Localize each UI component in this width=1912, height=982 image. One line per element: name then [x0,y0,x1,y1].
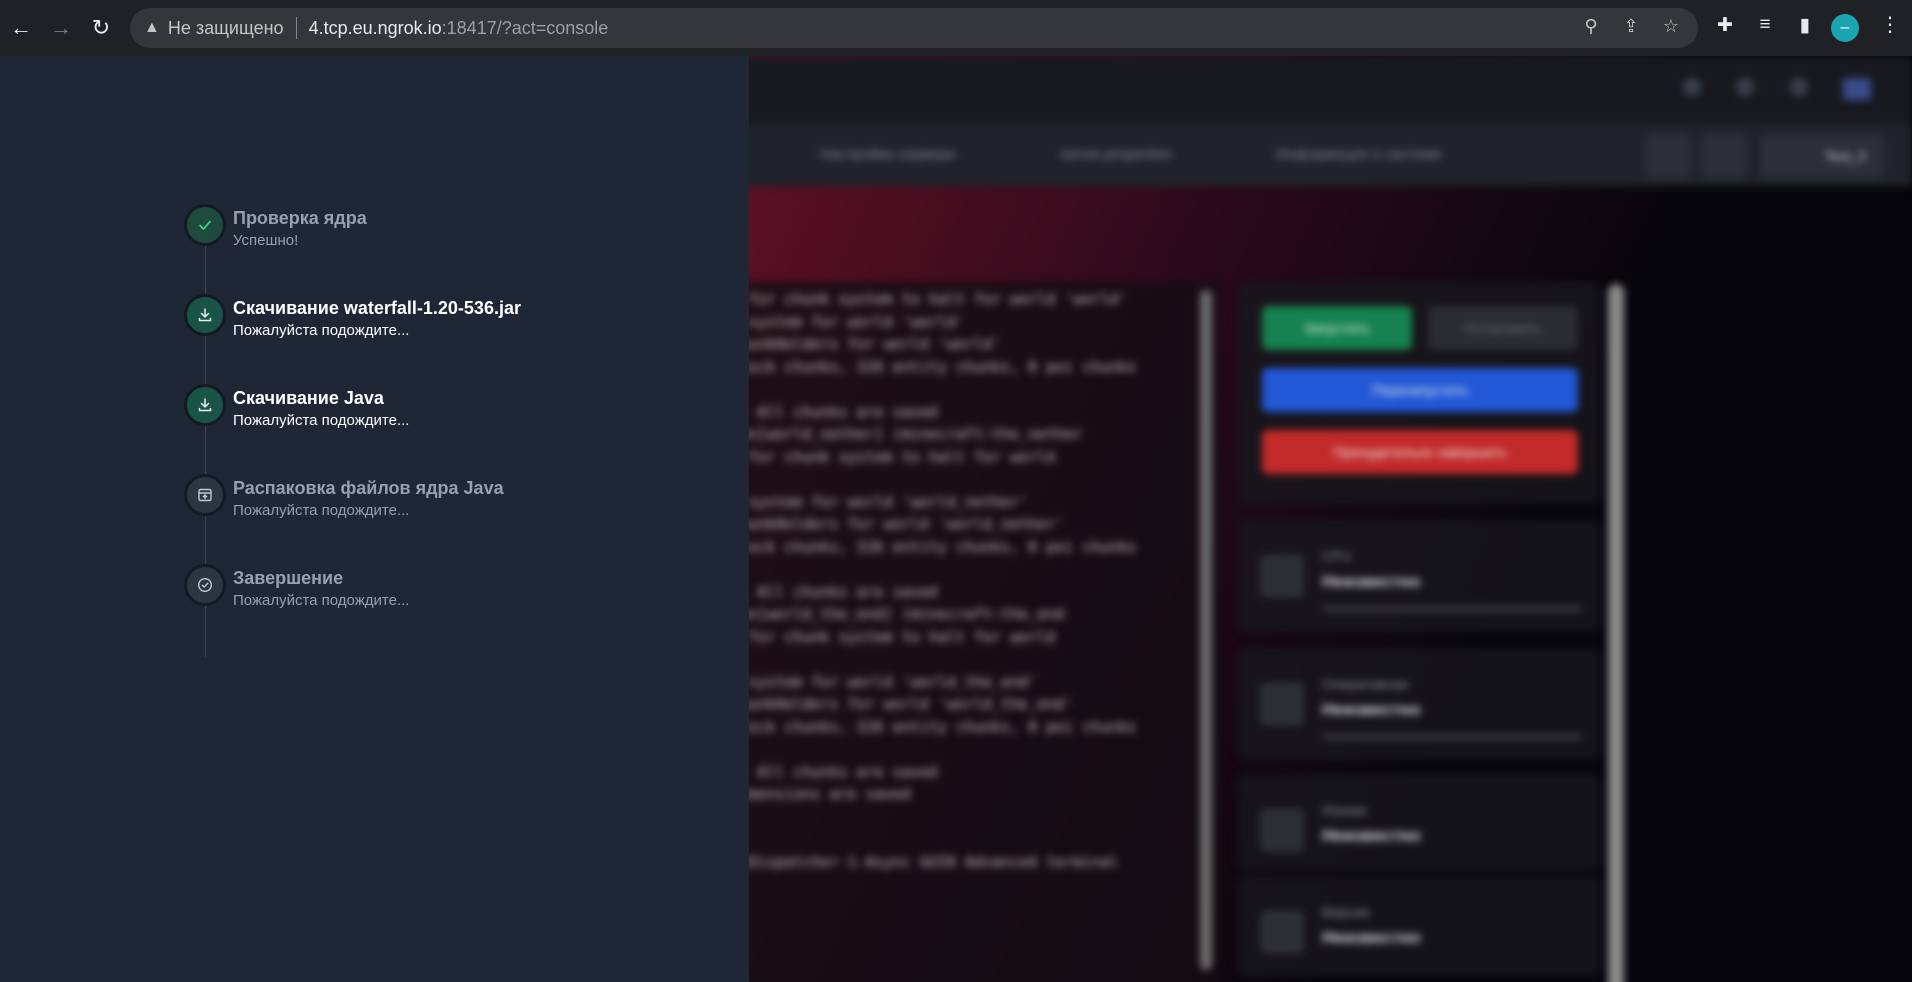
stat-label: Оперативная [1322,676,1409,692]
back-arrow-icon[interactable]: ← [6,13,36,43]
console-line: block chunks, 326 entity chunks, 0 poi c… [730,357,1137,376]
step-subtitle: Успешно! [233,232,299,249]
console-line: olDispatcher-1-Async GUI0 Advanced termi… [730,852,1119,871]
browser-toolbar: ← → ↻ ▲ Не защищено 4.tcp.eu.ngrok.io:18… [0,0,1912,56]
console-line: s for chunk system to halt for world [730,447,1056,466]
side-panel-icon[interactable]: ▮ [1791,14,1819,37]
console-line: chunkHolders for world 'world_nether' [730,515,1065,533]
media-queue-icon[interactable]: ≡ [1751,14,1779,36]
stat-value: Неизвестно [1322,572,1421,591]
window-icon [1702,134,1746,178]
forward-arrow-icon[interactable]: → [46,13,76,43]
console-line: chunkHolders for world 'world' [730,335,1001,353]
user-chip: Test_0 [1760,134,1884,178]
step-download-java: Скачивание Java Пожалуйста подождите... [184,384,704,444]
step-badge [184,474,226,516]
stat-label: Версия [1322,904,1370,920]
control-panel: Запустить Остановить Перезапустить Прину… [1238,282,1600,504]
step-badge [184,294,226,336]
step-title: Скачивание waterfall-1.20-536.jar [233,298,521,318]
zoom-icon[interactable]: ⚲ [1578,16,1604,37]
step-subtitle: Пожалуйста подождите... [233,502,410,519]
profile-avatar[interactable]: – [1831,14,1859,42]
step-download-core: Скачивание waterfall-1.20-536.jar Пожалу… [184,294,704,354]
install-progress-panel: Проверка ядра Успешно! Скачивание waterf… [0,56,749,982]
address-bar[interactable]: ▲ Не защищено 4.tcp.eu.ngrok.io:18417/?a… [130,8,1698,48]
step-core-check: Проверка ядра Успешно! [184,204,704,264]
stat-card-players: Игроки Неизвестно [1238,774,1600,870]
console-line: block chunks, 326 entity chunks, 0 poi c… [730,537,1137,556]
stat-bar [1322,606,1582,611]
share-icon[interactable]: ⇪ [1618,16,1644,37]
add-icon [1646,134,1690,178]
stat-value: Неизвестно [1322,700,1421,719]
console-line: s for chunk system to halt for world [730,627,1056,646]
stat-card-cpu: CPU Неизвестно [1238,520,1600,632]
console-line: block chunks, 326 entity chunks, 0 poi c… [730,717,1137,736]
step-subtitle: Пожалуйста подождите... [233,592,410,609]
check-icon [199,220,211,230]
stat-value: Неизвестно [1322,928,1421,947]
console-line: ion[world_nether] (minecraft:the_nether [730,425,1083,443]
console-line: k system for world 'world' [730,312,965,331]
url-path[interactable]: :18417/?act=console [442,18,609,39]
page-scrollbar [1608,284,1624,982]
version-icon [1260,910,1304,954]
step-title: Скачивание Java [233,388,384,408]
stat-card-ram: Оперативная Неизвестно [1238,648,1600,760]
console-line: k system for world 'world_the_end' [730,672,1038,691]
security-label[interactable]: Не защищено [168,18,284,39]
memory-icon [1260,682,1304,726]
kill-button: Принудительно завершить [1262,430,1578,474]
extensions-puzzle-icon[interactable]: ✚ [1711,14,1739,37]
download-icon [198,308,212,322]
url-host[interactable]: 4.tcp.eu.ngrok.io [309,18,442,39]
notifications-icon [1736,78,1754,96]
step-finish: Завершение Пожалуйста подождите... [184,564,704,624]
warning-icon[interactable]: ▲ [144,19,160,37]
stat-bar [1322,734,1582,739]
stat-value: Неизвестно [1322,826,1421,845]
language-flag-icon [1843,78,1871,100]
bookmark-star-icon[interactable]: ☆ [1658,16,1684,37]
stop-button: Остановить [1428,306,1578,350]
console-line: ): All chunks are saved [730,402,938,421]
settings-icon [1790,78,1808,96]
restart-button: Перезапустить [1262,368,1578,412]
console-scrollbar [1200,290,1212,970]
step-badge [184,384,226,426]
help-icon [1683,78,1701,96]
download-icon [198,398,212,412]
console-line: k system for world 'world_nether' [730,492,1029,511]
tab-system-info: Информация о системе [1276,146,1442,163]
cpu-icon [1260,554,1304,598]
step-subtitle: Пожалуйста подождите... [233,322,410,339]
stat-label: CPU [1322,548,1352,564]
step-badge [184,204,226,246]
stat-label: Игроки [1322,802,1367,818]
console-line: chunkHolders for world 'world_the_end' [730,695,1074,713]
console-line: dimensions are saved [730,785,911,803]
step-title: Распаковка файлов ядра Java [233,478,504,498]
step-subtitle: Пожалуйста подождите... [233,412,410,429]
reload-icon[interactable]: ↻ [86,13,116,43]
archive-icon [198,488,212,502]
tab-server-settings: Настройки сервера [820,146,955,163]
start-button: Запустить [1262,306,1412,350]
menu-kebab-icon[interactable]: ⋮ [1880,12,1900,37]
player-icon [1260,808,1304,852]
console-line: s for chunk system to halt for world 'wo… [730,290,1128,308]
step-badge [184,564,226,606]
stat-card-version: Версия Неизвестно [1238,876,1600,976]
console-line: ion[world_the_end] (minecraft:the_end [730,605,1065,623]
step-title: Завершение [233,568,344,588]
address-separator [295,17,297,39]
console-line: ): All chunks are saved [730,762,938,781]
console-line: ): All chunks are saved [730,582,938,601]
check-circle-icon [197,577,213,593]
tab-server-properties: server.properties [1060,146,1172,163]
step-unpack-java: Распаковка файлов ядра Java Пожалуйста п… [184,474,704,534]
step-title: Проверка ядра [233,208,367,228]
